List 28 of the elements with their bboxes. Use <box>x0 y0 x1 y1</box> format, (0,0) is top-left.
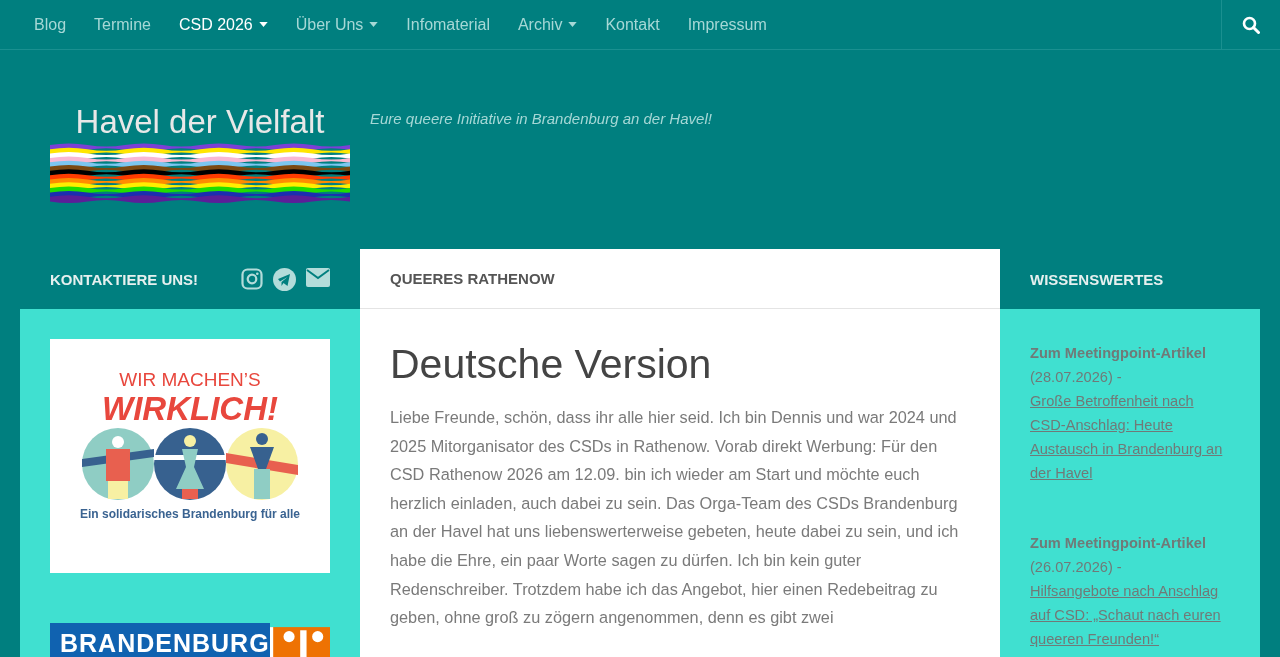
post-excerpt: Zum Meetingpoint-Artikel (26.07.2026) - Hilfsangebote nach Anschlag auf CSD: „Schaut nach euren queeren Freunden!“ <box>1030 531 1230 651</box>
widget-heading: KONTAKTIERE UNS! <box>50 270 199 288</box>
banner-text: WIRKLICH! <box>102 391 278 427</box>
article-paragraph: Liebe Freunde, schön, dass ihr alle hier seid. Ich bin Dennis und war 2024 und 2025 Mitorganisator des CSDs in Rathenow. Vorab direkt Werbung: Für den CSD Rathenow 2026 am 12.09. bin ich wieder am Start und möchte euch herzlich einladen, auch dabei zu sein. Das Orga-Team des CSDs Brandenburg an der Havel hat uns liebenswerterweise gebeten, heute dabei zu sein, und ich habe die Ehre, ein paar Worte sagen zu dürfen. Ich bin kein guter Redenschreiber. Trotzdem habe ich das Angebot, hier einen Redebeitrag zu geben, ohne groß zu zögern angenommen, denn es gibt zwei <box>390 407 960 629</box>
nav-link[interactable]: CSD 2026 <box>164 0 282 49</box>
instagram-icon[interactable] <box>241 267 263 290</box>
nav-link[interactable]: Infomaterial <box>392 0 504 49</box>
telegram-icon[interactable] <box>273 267 296 291</box>
post-link[interactable]: Große Betroffenheit nach CSD-Anschlag: Heute Austausch in Brandenburg an der Havel <box>1030 389 1230 485</box>
search-icon[interactable] <box>1242 15 1260 34</box>
brandenburg-banner[interactable]: BRANDENBURG <box>50 623 270 657</box>
campaign-banner[interactable]: WIR MACHEN’S WIRKLICH! Ein solidarisches Brandenburg für alle <box>50 339 330 573</box>
nav-link[interactable]: Archiv <box>503 0 592 49</box>
post-link[interactable]: Hilfsangebote nach Anschlag auf CSD: „Schaut nach euren queeren Freunden!“ <box>1030 579 1230 651</box>
site-tagline: Eure queere Initiative in Brandenburg an der Havel! <box>370 110 712 127</box>
nav-link[interactable]: Termine <box>80 0 165 49</box>
nav-link[interactable]: Über Uns <box>281 0 393 49</box>
nav-link[interactable]: Blog <box>20 0 81 49</box>
banner-text: WIR MACHEN’S <box>119 369 261 391</box>
post-excerpt: Zum Meetingpoint-Artikel (28.07.2026) - Große Betroffenheit nach CSD-Anschlag: Heute Austausch in Brandenburg an der Havel <box>1030 341 1230 485</box>
nav-link[interactable]: Impressum <box>673 0 781 49</box>
section-heading: QUEERES RATHENOW <box>390 270 555 287</box>
banner-caption: Ein solidarisches Brandenburg für alle <box>79 507 301 521</box>
article-title: Deutsche Version <box>390 340 713 389</box>
site-title[interactable]: Havel der Vielfalt <box>50 102 350 142</box>
mail-icon[interactable] <box>306 267 330 287</box>
widget-heading: WISSENSWERTES <box>1030 270 1164 288</box>
nav-link[interactable]: Kontakt <box>591 0 674 49</box>
